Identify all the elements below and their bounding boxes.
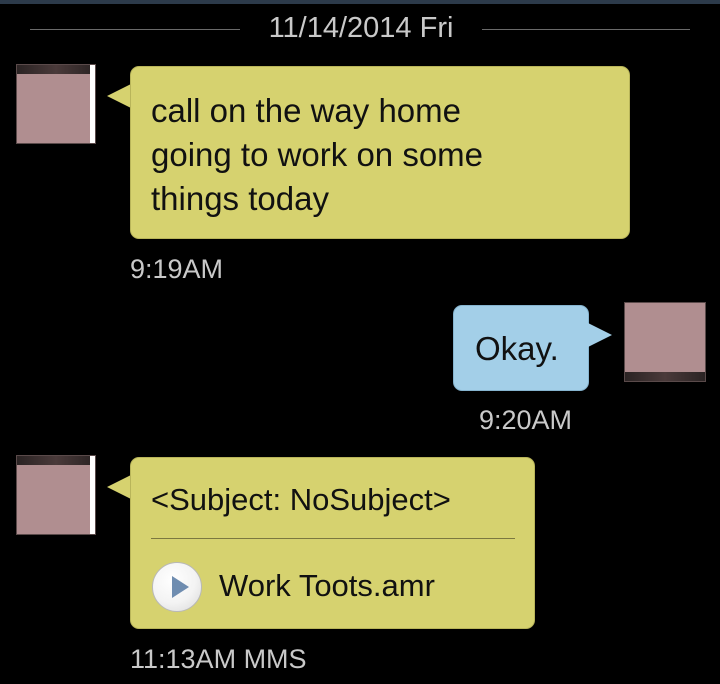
play-icon[interactable]	[152, 562, 202, 612]
play-triangle	[172, 576, 189, 598]
message-bubble-outgoing[interactable]: Okay.	[453, 305, 589, 391]
message-text: call on the way home going to work on so…	[151, 92, 484, 217]
date-header: 11/14/2014 Fri	[0, 10, 720, 50]
top-strip	[0, 0, 720, 4]
bubble-tail	[107, 84, 131, 108]
date-divider-left	[30, 29, 240, 30]
bubble-tail	[588, 323, 612, 347]
mms-bubble-incoming[interactable]: <Subject: NoSubject> Work Toots.amr	[130, 457, 535, 629]
message-bubble-incoming[interactable]: call on the way home going to work on so…	[130, 66, 630, 239]
message-timestamp: 9:19AM	[130, 254, 224, 284]
attachment-name[interactable]: Work Toots.amr	[219, 568, 435, 604]
contact-avatar[interactable]	[16, 455, 96, 535]
contact-avatar[interactable]	[16, 64, 96, 144]
date-header-text: 11/14/2014 Fri	[268, 12, 454, 44]
message-text: Okay.	[475, 330, 559, 367]
message-timestamp: 9:20AM	[479, 405, 573, 435]
avatar-border	[16, 64, 96, 144]
message-timestamp: 11:13AM MMS	[130, 644, 307, 674]
avatar-border	[624, 302, 706, 382]
mms-divider	[151, 538, 515, 539]
bubble-tail	[107, 475, 131, 499]
mms-subject: <Subject: NoSubject>	[151, 482, 451, 517]
date-divider-right	[482, 29, 690, 30]
my-avatar[interactable]	[624, 302, 706, 382]
avatar-border	[16, 455, 96, 535]
